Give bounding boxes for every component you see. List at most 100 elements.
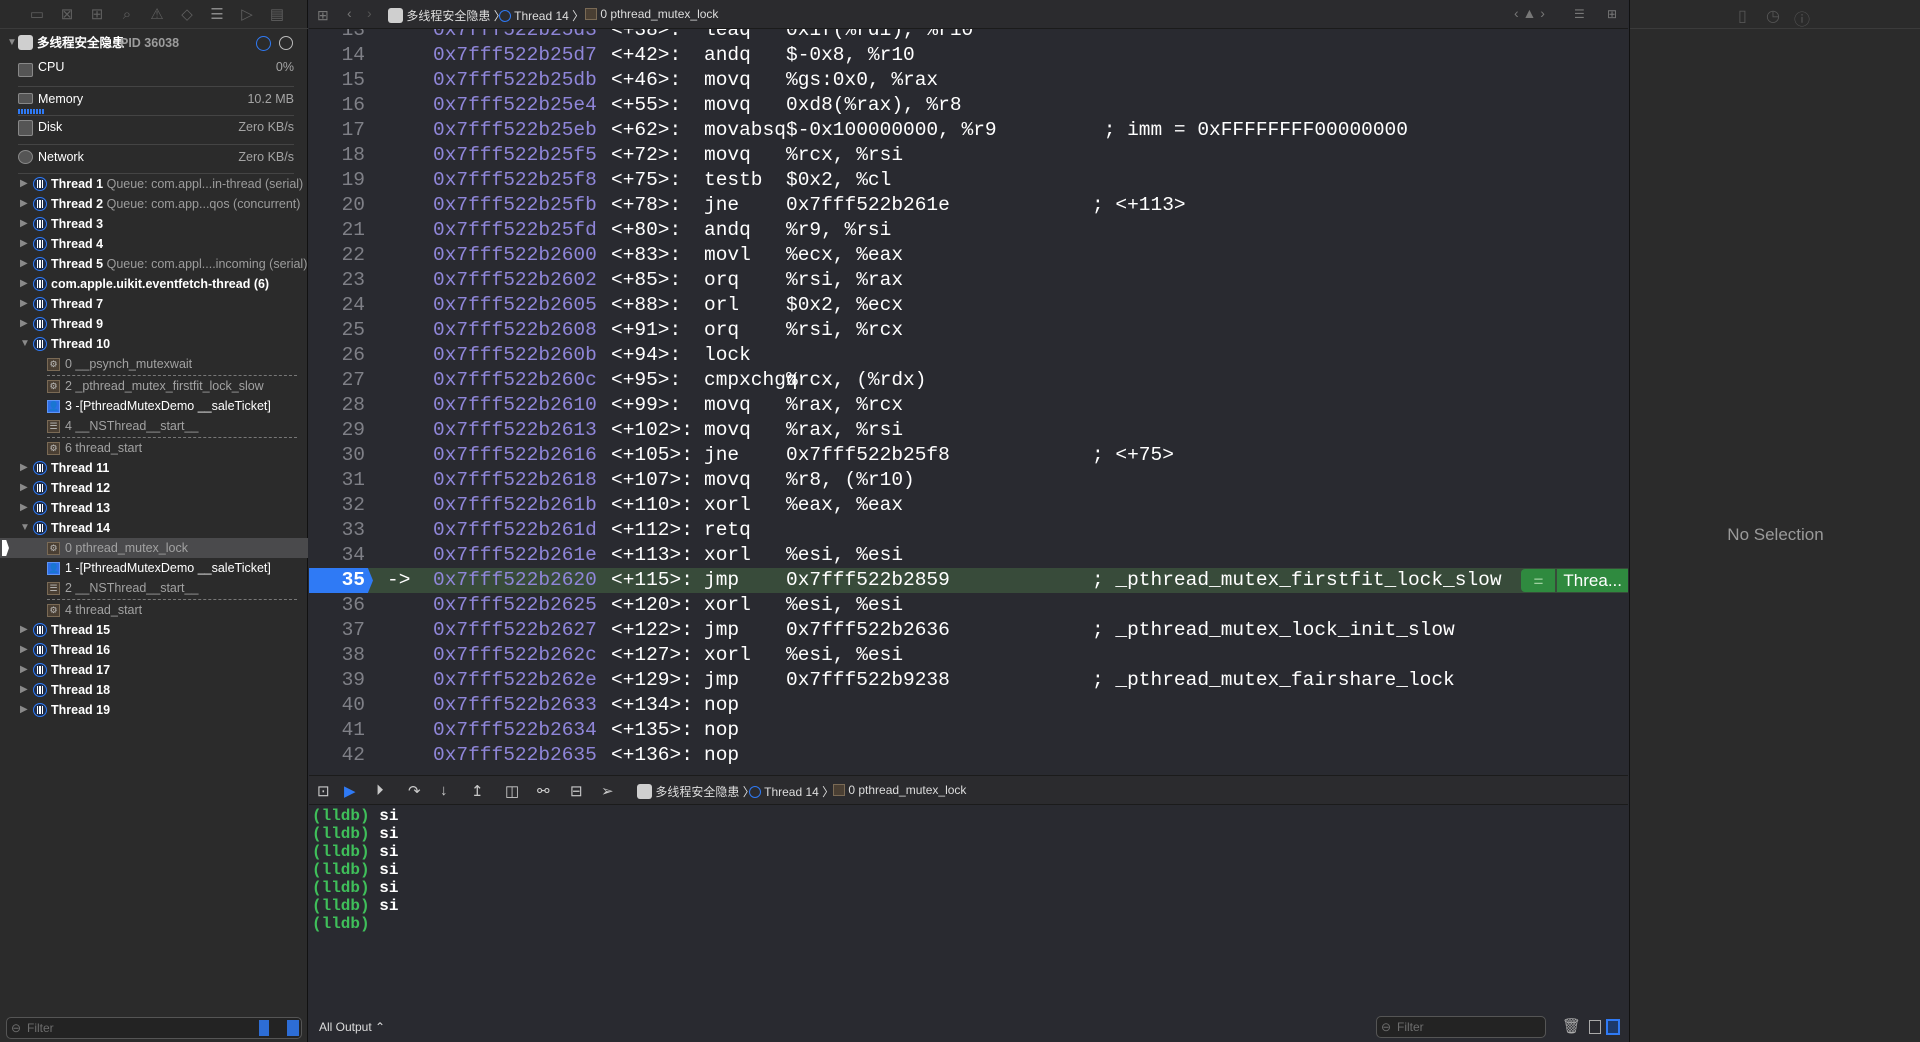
thread-row[interactable]: ▶ Thread 11 xyxy=(0,458,308,478)
disassembly-line[interactable]: 19 0x7fff522b25f8 <+75>: testb $0x2, %cl xyxy=(309,168,1628,193)
disassembly-line[interactable]: 20 0x7fff522b25fb <+78>: jne 0x7fff522b261e;… xyxy=(309,193,1628,218)
frame-row[interactable]: 👤 3 -[PthreadMutexDemo __saleTicket] xyxy=(0,396,308,416)
hide-debug-area-icon[interactable]: ⊡ xyxy=(317,782,330,800)
disassembly-line[interactable]: -> 35 0x7fff522b2620 <+115>: jmp 0x7fff522b28… xyxy=(309,568,1628,593)
simulate-location-icon[interactable]: ➢ xyxy=(601,782,614,800)
expand-triangle-icon[interactable]: ▶ xyxy=(20,498,28,518)
debug-breadcrumb-app[interactable]: 多线程安全隐患 〉 xyxy=(637,783,755,800)
disassembly-line[interactable]: 18 0x7fff522b25f5 <+72>: movq %rcx, %rsi xyxy=(309,143,1628,168)
disassembly-line[interactable]: 39 0x7fff522b262e <+129>: jmp 0x7fff522b9238… xyxy=(309,668,1628,693)
thread-row[interactable]: ▶ Thread 19 xyxy=(0,700,308,720)
disassembly-line[interactable]: 33 0x7fff522b261d <+112>: retq xyxy=(309,518,1628,543)
disassembly-line[interactable]: 41 0x7fff522b2634 <+135>: nop xyxy=(309,718,1628,743)
forward-icon[interactable]: › xyxy=(367,5,372,21)
thread-row[interactable]: ▼ Thread 10 xyxy=(0,334,308,354)
thread-row[interactable]: ▶ Thread 2 Queue: com.app...qos (concurre… xyxy=(0,194,308,214)
debug-breadcrumb-thread[interactable]: Thread 14 〉 xyxy=(749,783,834,800)
collapse-triangle-icon[interactable]: ▼ xyxy=(20,518,30,538)
thread-row[interactable]: ▶ Thread 13 xyxy=(0,498,308,518)
disassembly-line[interactable]: 24 0x7fff522b2605 <+88>: orl $0x2, %ecx xyxy=(309,293,1628,318)
warning-icon[interactable]: ⚠ xyxy=(142,5,172,23)
back-icon[interactable]: ‹ xyxy=(347,5,352,21)
expand-triangle-icon[interactable]: ▶ xyxy=(20,620,28,640)
help-inspector-icon[interactable]: ⓘ xyxy=(1794,6,1810,30)
filter-toggle-icons[interactable] xyxy=(259,1020,299,1036)
disassembly-line[interactable]: 16 0x7fff522b25e4 <+55>: movq 0xd8(%rax), %r… xyxy=(309,93,1628,118)
expand-triangle-icon[interactable]: ▶ xyxy=(20,314,28,334)
history-inspector-icon[interactable]: ◷ xyxy=(1766,6,1780,26)
add-editor-icon[interactable]: ⊞ xyxy=(1607,7,1617,21)
frame-row[interactable]: ⚙ 0 __psynch_mutexwait xyxy=(0,354,308,374)
process-row[interactable]: ▼ 多线程安全隐患 PID 36038 xyxy=(0,33,308,53)
frame-row[interactable]: 👤 1 -[PthreadMutexDemo __saleTicket] xyxy=(0,558,308,578)
expand-triangle-icon[interactable]: ▶ xyxy=(20,194,28,214)
frame-row[interactable]: ⚙ 4 thread_start xyxy=(0,600,308,620)
breakpoint-icon[interactable]: ▷ xyxy=(232,5,262,23)
breadcrumb-thread[interactable]: Thread 14 〉 xyxy=(499,7,584,24)
disassembly-line[interactable]: 29 0x7fff522b2613 <+102>: movq %rax, %rsi xyxy=(309,418,1628,443)
pause-process-icon[interactable] xyxy=(279,36,293,50)
issue-nav-icons[interactable]: ‹ ▲ › xyxy=(1514,5,1545,21)
memory-graph-icon[interactable]: ⚯ xyxy=(537,782,550,800)
disassembly-line[interactable]: 42 0x7fff522b2635 <+136>: nop xyxy=(309,743,1628,768)
trash-icon[interactable]: 🗑 xyxy=(1562,1017,1581,1035)
thread-indicator-badge[interactable]: = Threa... xyxy=(1521,569,1628,592)
disassembly-line[interactable]: 32 0x7fff522b261b <+110>: xorl %eax, %eax xyxy=(309,493,1628,518)
frame-row[interactable]: ⚙ 2 _pthread_mutex_firstfit_lock_slow xyxy=(0,376,308,396)
breadcrumb-app[interactable]: 多线程安全隐患 〉 xyxy=(388,7,506,24)
disclosure-triangle-icon[interactable]: ▼ xyxy=(7,33,17,53)
debug-breadcrumb-frame[interactable]: 0 pthread_mutex_lock xyxy=(833,783,966,797)
expand-triangle-icon[interactable]: ▶ xyxy=(20,174,28,194)
disassembly-line[interactable]: 27 0x7fff522b260c <+95>: cmpxchgq %rcx, (%rd… xyxy=(309,368,1628,393)
code-review-icon[interactable]: ☰ xyxy=(1574,7,1585,21)
expand-triangle-icon[interactable]: ▶ xyxy=(20,458,28,478)
disassembly-view[interactable]: 13 0x7fff522b25d3 <+38>: leaq 0x1f(%rdi), %r… xyxy=(309,29,1628,775)
expand-triangle-icon[interactable]: ▶ xyxy=(20,660,28,680)
breakpoints-toggle-icon[interactable]: ▶ xyxy=(344,782,356,800)
disassembly-line[interactable]: 13 0x7fff522b25d3 <+38>: leaq 0x1f(%rdi), %r… xyxy=(309,29,1628,43)
source-control-icon[interactable]: ⊠ xyxy=(52,5,82,23)
disassembly-line[interactable]: 37 0x7fff522b2627 <+122>: jmp 0x7fff522b2636… xyxy=(309,618,1628,643)
disassembly-line[interactable]: 14 0x7fff522b25d7 <+42>: andq $-0x8, %r10 xyxy=(309,43,1628,68)
expand-triangle-icon[interactable]: ▶ xyxy=(20,640,28,660)
thread-row[interactable]: ▶ Thread 9 xyxy=(0,314,308,334)
expand-triangle-icon[interactable]: ▶ xyxy=(20,478,28,498)
expand-triangle-icon[interactable]: ▶ xyxy=(20,294,28,314)
thread-row[interactable]: ▶ Thread 4 xyxy=(0,234,308,254)
disassembly-line[interactable]: 36 0x7fff522b2625 <+120>: xorl %esi, %esi xyxy=(309,593,1628,618)
step-out-icon[interactable]: ↥ xyxy=(471,782,484,800)
frame-row[interactable]: ☰ 4 __NSThread__start__ xyxy=(0,416,308,436)
lldb-console[interactable]: (lldb) si (lldb) si (lldb) si (lldb) si (lld… xyxy=(309,805,1628,1010)
expand-triangle-icon[interactable]: ▶ xyxy=(20,234,28,254)
frame-row[interactable]: ⚙ 0 pthread_mutex_lock xyxy=(0,538,308,558)
expand-triangle-icon[interactable]: ▶ xyxy=(20,700,28,720)
navigator-filter-input[interactable]: ⊖ Filter xyxy=(6,1017,302,1039)
disassembly-line[interactable]: 23 0x7fff522b2602 <+85>: orq %rsi, %rax xyxy=(309,268,1628,293)
frame-row[interactable]: ☰ 2 __NSThread__start__ xyxy=(0,578,308,598)
test-icon[interactable]: ◇ xyxy=(172,5,202,23)
disassembly-line[interactable]: 34 0x7fff522b261e <+113>: xorl %esi, %esi xyxy=(309,543,1628,568)
thread-row[interactable]: ▶ Thread 5 Queue: com.appl....incoming (s… xyxy=(0,254,308,274)
disassembly-line[interactable]: 30 0x7fff522b2616 <+105>: jne 0x7fff522b25f8… xyxy=(309,443,1628,468)
step-over-icon[interactable]: ↷ xyxy=(408,782,421,800)
disassembly-line[interactable]: 38 0x7fff522b262c <+127>: xorl %esi, %esi xyxy=(309,643,1628,668)
file-inspector-icon[interactable]: ▯ xyxy=(1738,6,1747,26)
thread-row[interactable]: ▶ Thread 3 xyxy=(0,214,308,234)
expand-triangle-icon[interactable]: ▶ xyxy=(20,274,28,294)
expand-triangle-icon[interactable]: ▶ xyxy=(20,254,28,274)
expand-triangle-icon[interactable]: ▶ xyxy=(20,214,28,234)
continue-icon[interactable]: ⏵ xyxy=(376,782,384,799)
disassembly-line[interactable]: 17 0x7fff522b25eb <+62>: movabsq $-0x1000000… xyxy=(309,118,1628,143)
thread-row[interactable]: ▶ com.apple.uikit.eventfetch-thread (6) xyxy=(0,274,308,294)
disassembly-line[interactable]: 26 0x7fff522b260b <+94>: lock xyxy=(309,343,1628,368)
collapse-triangle-icon[interactable]: ▼ xyxy=(20,334,30,354)
frame-row[interactable]: ⚙ 6 thread_start xyxy=(0,438,308,458)
thread-row[interactable]: ▶ Thread 18 xyxy=(0,680,308,700)
folder-icon[interactable]: ▭ xyxy=(22,5,52,23)
view-hierarchy-icon[interactable]: ◫ xyxy=(505,782,519,800)
thread-row[interactable]: ▶ Thread 16 xyxy=(0,640,308,660)
thread-row[interactable]: ▶ Thread 15 xyxy=(0,620,308,640)
disassembly-line[interactable]: 15 0x7fff522b25db <+46>: movq %gs:0x0, %rax xyxy=(309,68,1628,93)
disassembly-line[interactable]: 31 0x7fff522b2618 <+107>: movq %r8, (%r10) xyxy=(309,468,1628,493)
output-selector[interactable]: All Output ⌃ xyxy=(319,1020,385,1034)
